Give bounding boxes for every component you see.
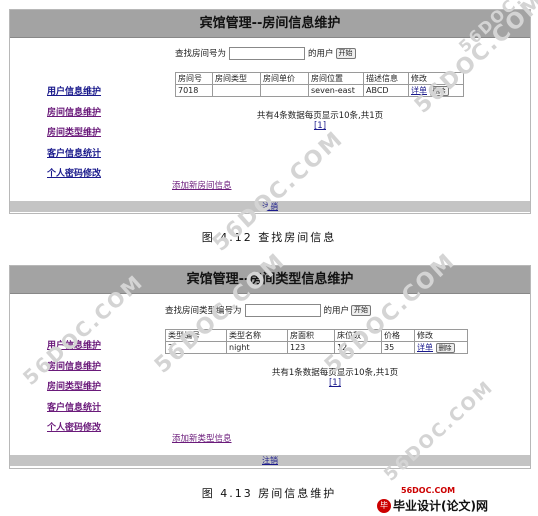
sidebar-item-password-change[interactable]: 个人密码修改 [47,418,150,439]
table-cell: 7018 [175,84,213,97]
pagination: 共有4条数据每页显示10条,共1页 [1] [175,111,465,131]
sidebar-item-customer-stats[interactable]: 客户信息统计 [47,398,150,419]
column-header: 类型名称 [226,329,288,342]
table-cell: 35 [381,341,415,354]
figure-caption: 图 4.12 查找房间信息 [201,231,337,244]
room-number-input[interactable] [229,47,306,60]
search-button[interactable]: 开始 [351,305,372,316]
table-row: 2 night 123 12 35 详单 删除 [165,341,468,354]
sidebar-item-customer-stats[interactable]: 客户信息统计 [47,144,150,165]
footer-bar: 注销 [10,455,530,466]
table-cell: night [226,341,288,354]
search-suffix-label: 的用户 [323,306,350,316]
table-cell: seven-east [308,84,364,97]
table-cell [260,84,309,97]
column-header: 房间单价 [260,72,309,85]
detail-link[interactable]: 详单 [417,343,433,352]
page-link[interactable]: [1] [329,378,341,388]
logout-link[interactable]: 注销 [262,456,278,465]
site-logo: 56DOC.COM 毕毕业设计(论文)网 [377,486,488,514]
column-header: 房间位置 [308,72,364,85]
sidebar-item-room-type[interactable]: 房间类型维护 [47,377,150,398]
search-prefix-label: 查找房间号为 [175,49,227,59]
sidebar-nav: 用户信息维护 房间信息维护 房间类型维护 客户信息统计 个人密码修改 [10,82,150,185]
page-title: 宾馆管理--房间信息维护 [10,10,530,38]
table-cell: ABCD [363,84,409,97]
column-header: 修改 [414,329,468,342]
column-header: 房间号 [175,72,213,85]
add-type-link[interactable]: 添加新类型信息 [172,432,232,444]
search-button[interactable]: 开始 [335,48,356,59]
sidebar-item-password-change[interactable]: 个人密码修改 [47,164,150,185]
delete-button[interactable]: 删除 [435,343,455,353]
search-suffix-label: 的用户 [308,49,334,59]
sidebar-item-room-info[interactable]: 房间信息维护 [47,103,150,124]
logo-domain: 56DOC.COM [401,486,456,495]
logo-text: 毕业设计(论文)网 [393,499,488,513]
table-header-row: 房间号 房间类型 房间单价 房间位置 描述信息 修改 [175,72,464,85]
room-type-input[interactable] [244,304,321,317]
column-header: 描述信息 [363,72,409,85]
column-header: 房面积 [287,329,335,342]
figure-2-window: 宾馆管理--房间类型信息维护 用户信息维护 房间信息维护 房间类型维护 客户信息… [9,265,531,469]
add-room-link[interactable]: 添加新房间信息 [172,179,232,191]
table-cell [212,84,261,97]
table-cell-actions: 详单 删除 [414,341,468,354]
page-link[interactable]: [1] [314,121,326,131]
logo-badge-icon: 毕 [377,498,391,513]
sidebar-item-room-type[interactable]: 房间类型维护 [47,123,150,144]
sidebar-item-user-info[interactable]: 用户信息维护 [47,82,150,103]
column-header: 房间类型 [212,72,261,85]
